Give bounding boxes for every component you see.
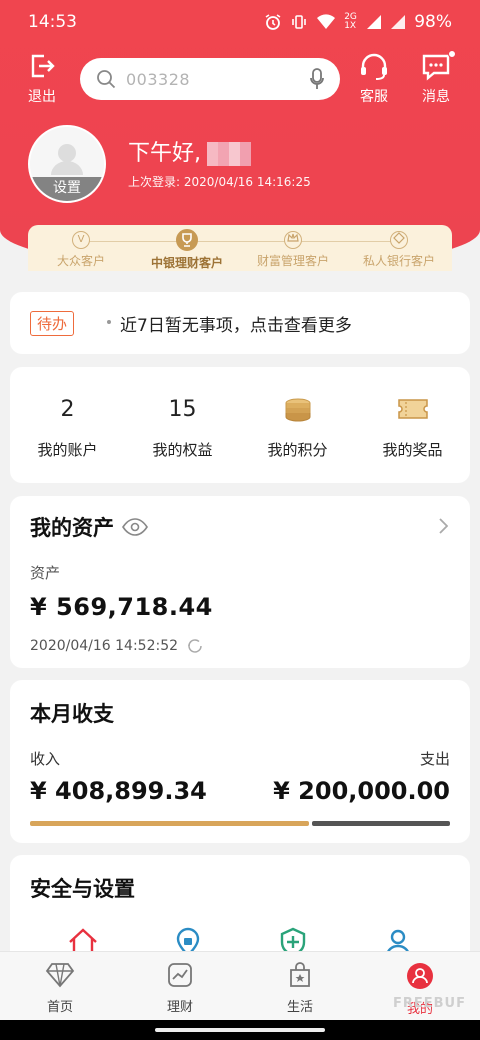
stat-label: 我的奖品 [382, 441, 443, 459]
tab-life[interactable]: 生活 [240, 952, 360, 1020]
tier-wealth-management-customer[interactable]: 财富管理客户 [240, 225, 346, 271]
trophy-icon [176, 229, 198, 251]
avatar-settings-label[interactable]: 设置 [30, 177, 104, 201]
tier-label: 财富管理客户 [256, 254, 329, 268]
tab-wealth[interactable]: 理财 [120, 952, 240, 1020]
my-points[interactable]: 我的积分 [240, 367, 355, 483]
message-icon [422, 54, 450, 81]
assets-header: 我的资产 [30, 512, 450, 542]
income-expense-bar [30, 821, 450, 826]
crown-icon [284, 231, 302, 249]
home-indicator[interactable] [155, 1028, 325, 1032]
message-badge [448, 50, 456, 58]
signal-2-icon [391, 15, 406, 29]
tier-label: 私人银行客户 [362, 254, 435, 268]
security-title: 安全与设置 [30, 877, 135, 901]
headset-icon [361, 53, 387, 80]
signal-icon [367, 15, 382, 29]
network-label: 2G 1X [344, 12, 357, 31]
stat-label: 我的积分 [267, 441, 328, 459]
customer-service-button[interactable]: 客服 [352, 52, 396, 106]
my-accounts[interactable]: 2 我的账户 [10, 367, 125, 483]
expense-bar [312, 821, 450, 826]
ticket-icon [355, 397, 470, 425]
todo-text: 近7日暂无事项，点击查看更多 [107, 311, 352, 336]
user-icon [407, 963, 433, 989]
microphone-icon[interactable] [310, 68, 324, 90]
tab-label: 理财 [166, 1000, 193, 1015]
stat-label: 我的权益 [152, 441, 213, 459]
stat-value: 15 [168, 397, 197, 422]
tier-label: 大众客户 [56, 254, 105, 268]
tab-label: 首页 [46, 1000, 73, 1015]
last-login: 上次登录: 2020/04/16 14:16:25 [128, 175, 311, 189]
monthly-title: 本月收支 [30, 702, 114, 726]
top-toolbar: 退出 003328 客服 消息 [0, 50, 480, 106]
assets-timestamp: 2020/04/16 14:52:52 [30, 638, 179, 654]
avatar[interactable]: 设置 [28, 125, 106, 203]
watermark: FREEBUF [393, 996, 466, 1011]
todo-tag: 待办 [30, 310, 75, 336]
monthly-amounts-row: ¥ 408,899.34 ¥ 200,000.00 [30, 777, 450, 805]
v-icon: V [72, 231, 90, 249]
assets-timestamp-row: 2020/04/16 14:52:52 [30, 637, 450, 655]
tier-private-banking-customer[interactable]: 私人银行客户 [346, 225, 452, 271]
greeting-text: 下午好, [128, 141, 201, 166]
chevron-right-icon[interactable] [438, 518, 448, 534]
stats-card: 2 我的账户 15 我的权益 我的积分 我的奖品 [10, 367, 470, 483]
todo-card[interactable]: 待办 近7日暂无事项，点击查看更多 [10, 292, 470, 354]
search-placeholder: 003328 [126, 69, 191, 89]
assets-title: 我的资产 [30, 516, 114, 540]
stat-value: 2 [60, 397, 75, 422]
assets-sub-label: 资产 [30, 564, 61, 582]
my-prizes[interactable]: 我的奖品 [355, 367, 470, 483]
tier-wealth-customer-current[interactable]: 中银理财客户 [134, 225, 240, 271]
diamond-icon [45, 963, 75, 988]
expense-amount: ¥ 200,000.00 [273, 777, 450, 805]
coins-icon [240, 397, 355, 425]
status-bar: 14:53 2G 1X 98% [0, 0, 480, 44]
wifi-icon [317, 14, 336, 29]
messages-label: 消息 [422, 89, 450, 105]
income-bar [30, 821, 310, 826]
messages-button[interactable]: 消息 [414, 50, 458, 106]
search-icon [97, 70, 116, 89]
customer-service-label: 客服 [360, 89, 388, 105]
vibrate-icon [292, 15, 307, 29]
status-time: 14:53 [28, 12, 77, 32]
chart-icon [168, 963, 192, 987]
status-icons: 2G 1X 98% [264, 12, 452, 32]
tab-label: 生活 [286, 1000, 313, 1015]
tier-mass-customer[interactable]: V 大众客户 [28, 225, 134, 271]
tier-label: 中银理财客户 [150, 256, 223, 270]
customer-tier-bar[interactable]: V 大众客户 中银理财客户 财富管理客户 私人银行客户 [28, 225, 452, 271]
assets-amount: ¥ 569,718.44 [30, 593, 213, 621]
monthly-labels-row: 收入 支出 [30, 748, 450, 769]
blurred-username [207, 142, 251, 166]
stat-label: 我的账户 [37, 441, 98, 459]
logout-icon [31, 54, 55, 78]
my-benefits[interactable]: 15 我的权益 [125, 367, 240, 483]
tab-home[interactable]: 首页 [0, 952, 120, 1020]
profile-section: 设置 下午好, 上次登录: 2020/04/16 14:16:25 [28, 125, 448, 205]
battery-label: 98% [414, 12, 452, 32]
monthly-income-expense-card[interactable]: 本月收支 收入 支出 ¥ 408,899.34 ¥ 200,000.00 [10, 680, 470, 843]
logout-label: 退出 [28, 89, 56, 105]
income-amount: ¥ 408,899.34 [30, 777, 207, 805]
income-label: 收入 [30, 750, 61, 768]
refresh-icon[interactable] [186, 637, 204, 655]
greeting: 下午好, [128, 135, 251, 167]
search-input[interactable]: 003328 [80, 58, 340, 100]
expense-label: 支出 [419, 750, 450, 768]
logout-button[interactable]: 退出 [22, 52, 62, 106]
eye-icon[interactable] [122, 518, 148, 536]
system-nav-bar [0, 1020, 480, 1040]
assets-card[interactable]: 我的资产 资产 ¥ 569,718.44 2020/04/16 14:52:52 [10, 496, 470, 668]
alarm-icon [265, 14, 281, 30]
bag-icon [290, 962, 310, 987]
diamond-icon [390, 231, 408, 249]
